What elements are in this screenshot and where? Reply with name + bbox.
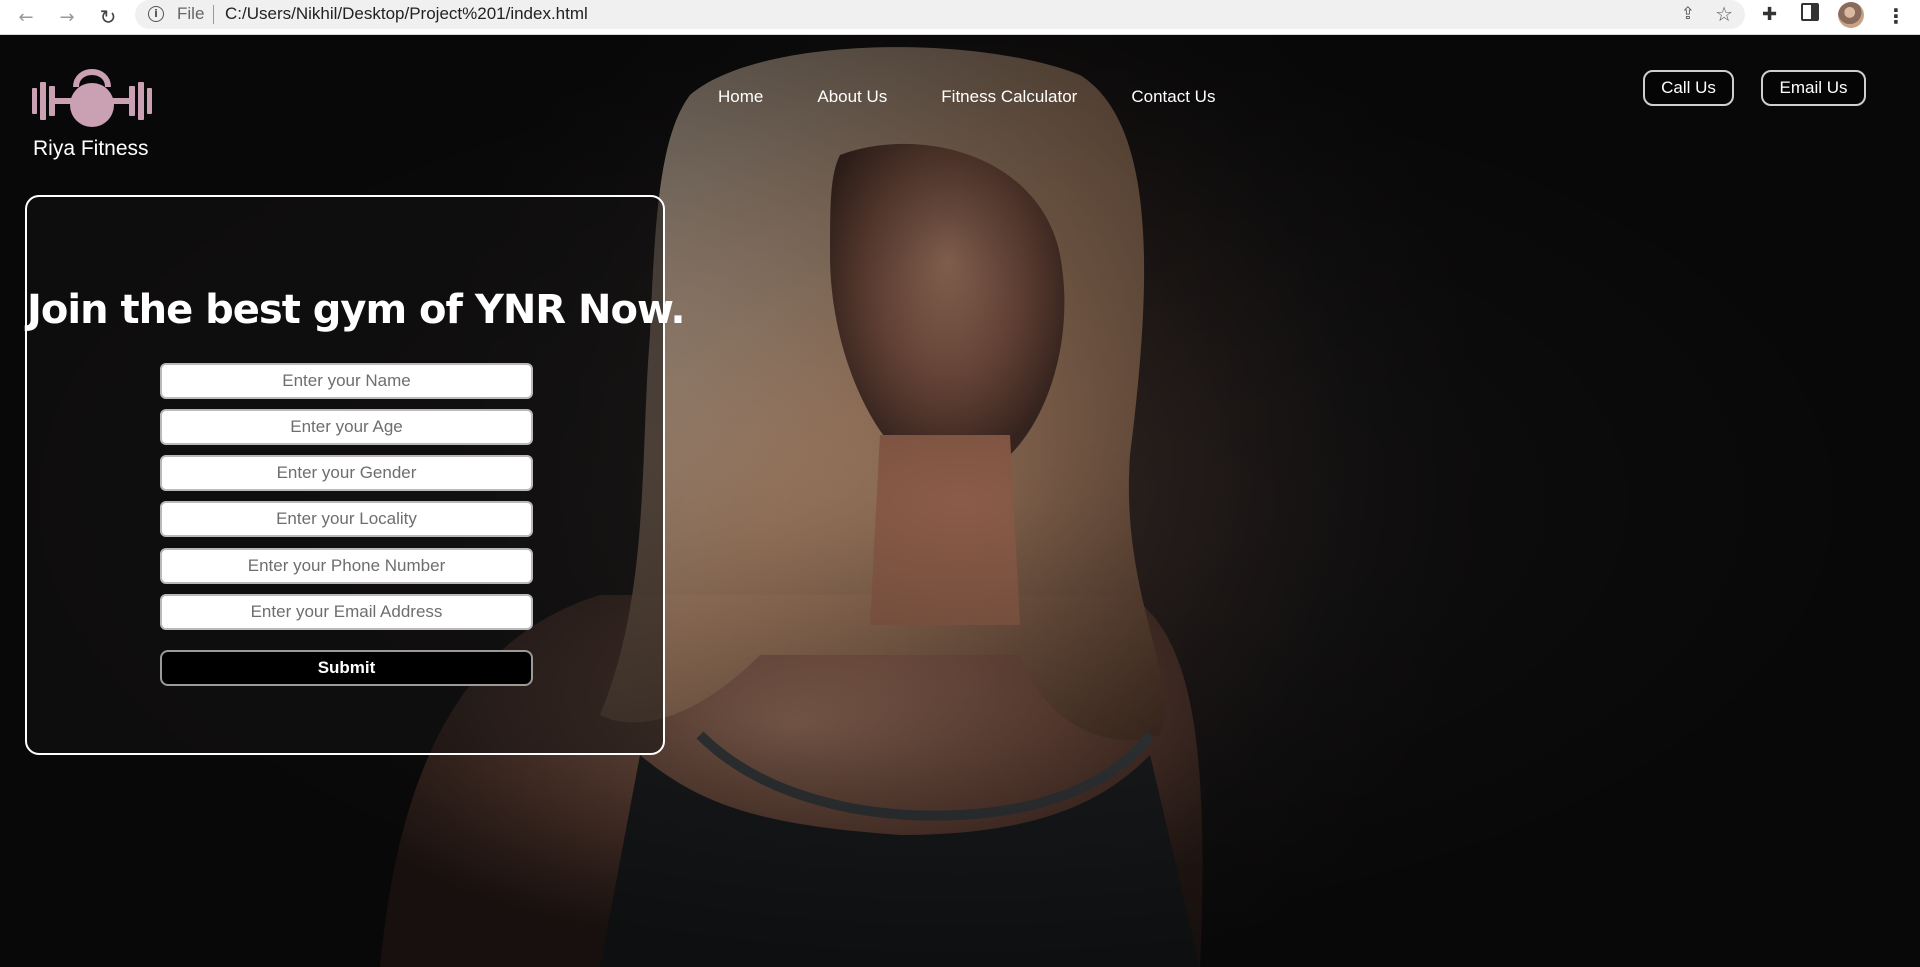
nav-fitness-calculator[interactable]: Fitness Calculator	[941, 87, 1077, 107]
file-label: File	[177, 4, 205, 23]
signup-form-card: Join the best gym of YNR Now. Submit	[25, 195, 686, 755]
nav-home[interactable]: Home	[718, 87, 763, 107]
side-panel-icon[interactable]	[1801, 3, 1819, 21]
puzzle-icon[interactable]: ✚	[1762, 4, 1777, 25]
address-separator	[213, 5, 214, 24]
kettlebell-dumbbell-icon	[32, 69, 152, 127]
main-nav: Home About Us Fitness Calculator Contact…	[718, 87, 1215, 107]
page: Riya Fitness Home About Us Fitness Calcu…	[0, 35, 1920, 967]
forward-arrow-icon[interactable]: →	[53, 3, 81, 31]
kebab-menu-icon[interactable]: ⋮	[1886, 4, 1906, 28]
star-icon[interactable]: ☆	[1715, 2, 1733, 26]
age-input[interactable]	[160, 409, 533, 445]
brand-logo[interactable]: Riya Fitness	[30, 65, 160, 175]
email-input[interactable]	[160, 594, 533, 630]
share-icon[interactable]: ⇪	[1681, 4, 1695, 24]
avatar[interactable]	[1838, 2, 1864, 28]
address-bar[interactable]: i File C:/Users/Nikhil/Desktop/Project%2…	[135, 0, 1745, 29]
brand-name: Riya Fitness	[33, 137, 149, 160]
info-icon[interactable]: i	[148, 6, 164, 22]
back-arrow-icon[interactable]: ←	[12, 3, 40, 31]
browser-toolbar: ← → ↻ i File C:/Users/Nikhil/Desktop/Pro…	[0, 0, 1920, 35]
reload-icon[interactable]: ↻	[94, 3, 122, 31]
email-us-button[interactable]: Email Us	[1761, 70, 1866, 106]
call-us-button[interactable]: Call Us	[1643, 70, 1734, 106]
nav-about-us[interactable]: About Us	[817, 87, 887, 107]
gender-input[interactable]	[160, 455, 533, 491]
url-text[interactable]: C:/Users/Nikhil/Desktop/Project%201/inde…	[225, 4, 588, 24]
name-input[interactable]	[160, 363, 533, 399]
locality-input[interactable]	[160, 501, 533, 537]
nav-contact-us[interactable]: Contact Us	[1131, 87, 1215, 107]
phone-input[interactable]	[160, 548, 533, 584]
submit-button[interactable]: Submit	[160, 650, 533, 686]
form-title: Join the best gym of YNR Now.	[27, 287, 686, 333]
